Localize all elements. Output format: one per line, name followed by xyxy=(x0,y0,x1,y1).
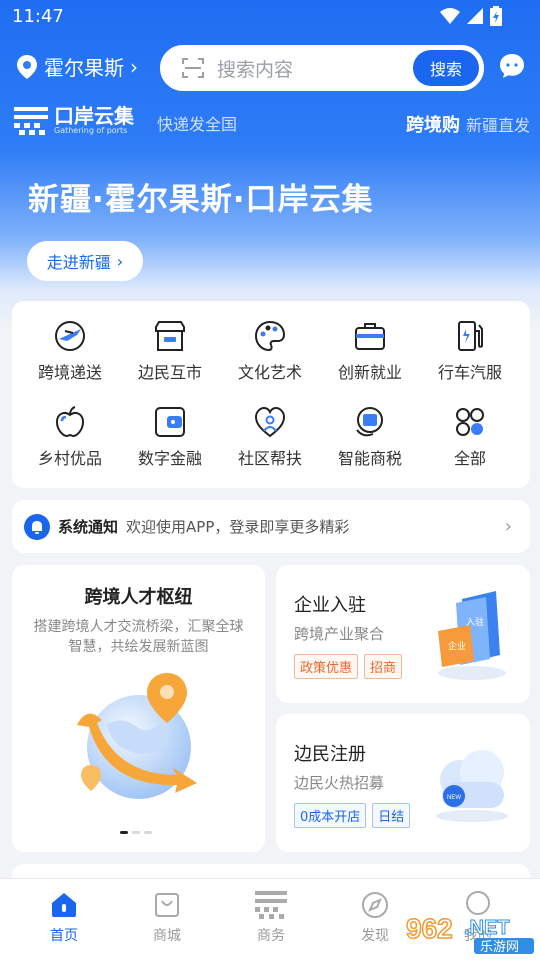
scan-icon[interactable] xyxy=(181,56,205,80)
watermark-suffix: .NET xyxy=(464,917,510,939)
brand-logo: 口岸云集 Gathering of ports xyxy=(14,106,134,135)
service-employment[interactable]: 创新就业 xyxy=(320,319,420,383)
fuel-icon xyxy=(458,321,483,351)
battery-icon xyxy=(490,6,502,26)
brand-name: 口岸云集 xyxy=(54,104,134,128)
service-label: 智能商税 xyxy=(337,449,402,468)
art-label-new: NEW xyxy=(447,795,461,801)
service-label: 社区帮扶 xyxy=(237,449,302,468)
location-pin-icon xyxy=(17,54,37,79)
wifi-icon xyxy=(440,8,460,24)
services-grid: 跨境递送 边民互市 文化艺术 创新就业 行车汽服 乡村优品 数字金融 社区帮扶 … xyxy=(12,301,530,488)
watermark-sub: 乐游网 xyxy=(480,939,519,954)
chevron-right-icon: › xyxy=(116,251,124,271)
shop-icon xyxy=(155,321,185,351)
system-notice[interactable]: 系统通知 欢迎使用APP，登录即享更多精彩 › xyxy=(12,500,530,553)
service-label: 行车汽服 xyxy=(437,363,502,382)
service-label: 全部 xyxy=(453,449,486,468)
watermark-number: 962 xyxy=(406,913,453,944)
border-desc: 边民火热招募 xyxy=(294,774,385,792)
tag-zero-cost: 0成本开店 xyxy=(294,803,367,828)
tab-label: 首页 xyxy=(50,928,78,944)
explore-xinjiang-button[interactable]: 走进新疆 › xyxy=(27,241,143,281)
tax-icon xyxy=(356,407,383,437)
tab-mall[interactable]: 商城 xyxy=(127,891,207,945)
service-rural-products[interactable]: 乡村优品 xyxy=(20,405,120,469)
service-label: 文化艺术 xyxy=(237,363,302,382)
carousel-indicator xyxy=(120,831,152,834)
service-label: 创新就业 xyxy=(337,363,402,382)
notice-text: 欢迎使用APP，登录即享更多精彩 xyxy=(126,518,350,536)
border-resident-card[interactable]: 边民注册 边民火热招募 0成本开店 日结 NEW xyxy=(276,714,530,852)
service-label: 边民互市 xyxy=(137,363,202,382)
search-input[interactable]: 搜索内容 xyxy=(217,55,413,82)
enterprise-entry-card[interactable]: 企业入驻 跨境产业聚合 政策优惠 招商 入驻 企业 xyxy=(276,565,530,703)
service-community-support[interactable]: 社区帮扶 xyxy=(220,405,320,469)
crossbuy-link[interactable]: 跨境购 新疆直发 xyxy=(406,111,530,137)
tab-label: 商务 xyxy=(257,928,285,944)
grid-icon xyxy=(456,408,484,436)
heart-person-icon xyxy=(254,406,286,438)
enterprise-title: 企业入驻 xyxy=(294,595,366,616)
bell-icon xyxy=(24,513,50,540)
service-auto[interactable]: 行车汽服 xyxy=(420,319,520,383)
logo-mark-icon xyxy=(14,106,48,135)
border-title: 边民注册 xyxy=(294,744,366,765)
globe-illustration xyxy=(77,673,197,799)
home-icon xyxy=(52,893,76,917)
search-bar[interactable]: 搜索内容 搜索 xyxy=(160,45,484,91)
service-label: 乡村优品 xyxy=(37,449,102,468)
message-icon[interactable] xyxy=(498,52,526,80)
service-label: 数字金融 xyxy=(137,449,202,468)
location-selector[interactable]: 霍尔果斯 › xyxy=(16,52,138,81)
signal-icon xyxy=(467,8,483,24)
watermark-logo: 962 .NET 乐游网 xyxy=(405,912,534,954)
service-cross-border-delivery[interactable]: 跨境递送 xyxy=(20,319,120,383)
plane-icon xyxy=(55,321,85,351)
enterprise-tags: 政策优惠 招商 xyxy=(294,654,403,679)
service-culture-art[interactable]: 文化艺术 xyxy=(220,319,320,383)
service-digital-finance[interactable]: 数字金融 xyxy=(120,405,220,469)
tab-home[interactable]: 首页 xyxy=(24,891,104,945)
service-label: 跨境递送 xyxy=(37,363,102,382)
crossbuy-sub: 新疆直发 xyxy=(465,116,530,135)
location-label: 霍尔果斯 xyxy=(44,56,124,80)
status-icons xyxy=(440,6,502,26)
search-button[interactable]: 搜索 xyxy=(413,50,479,86)
service-smart-tax[interactable]: 智能商税 xyxy=(320,405,420,469)
apple-icon xyxy=(55,406,85,438)
service-border-market[interactable]: 边民互市 xyxy=(120,319,220,383)
notice-title: 系统通知 xyxy=(58,518,119,536)
tab-business[interactable]: 商务 xyxy=(231,891,311,945)
tag-daily-pay: 日结 xyxy=(372,803,411,828)
status-bar: 11:47 xyxy=(0,0,540,34)
building-illustration: 入驻 企业 xyxy=(438,591,506,680)
wallet-icon xyxy=(155,407,185,437)
compass-icon xyxy=(362,892,388,918)
tag-investment: 招商 xyxy=(364,654,403,679)
tag-policy: 政策优惠 xyxy=(294,654,359,679)
talent-title: 跨境人才枢纽 xyxy=(84,587,193,608)
briefcase-icon xyxy=(355,323,385,350)
tab-label: 商城 xyxy=(153,928,181,944)
chevron-right-icon: › xyxy=(504,516,512,537)
business-icon xyxy=(255,891,287,919)
cloud-illustration: NEW xyxy=(436,750,508,822)
status-time: 11:47 xyxy=(12,6,64,27)
explore-button-label: 走进新疆 xyxy=(46,253,111,272)
art-label-enterprise: 企业 xyxy=(448,640,466,651)
service-all[interactable]: 全部 xyxy=(420,405,520,469)
hero-title: 新疆·霍尔果斯·口岸云集 xyxy=(28,182,374,218)
bag-icon xyxy=(155,893,179,917)
brand-slogan: 快递发全国 xyxy=(157,115,238,134)
enterprise-desc: 跨境产业聚合 xyxy=(294,625,385,643)
chevron-right-icon: › xyxy=(130,54,138,79)
palette-icon xyxy=(254,320,286,352)
talent-hub-card[interactable]: 跨境人才枢纽 搭建跨境人才交流桥梁，汇聚全球智慧，共绘发展新蓝图 xyxy=(12,565,265,852)
brand-subtitle: Gathering of ports xyxy=(54,126,128,135)
talent-desc: 搭建跨境人才交流桥梁，汇聚全球智慧，共绘发展新蓝图 xyxy=(33,619,244,655)
crossbuy-label: 跨境购 xyxy=(405,115,460,136)
border-tags: 0成本开店 日结 xyxy=(294,803,411,828)
